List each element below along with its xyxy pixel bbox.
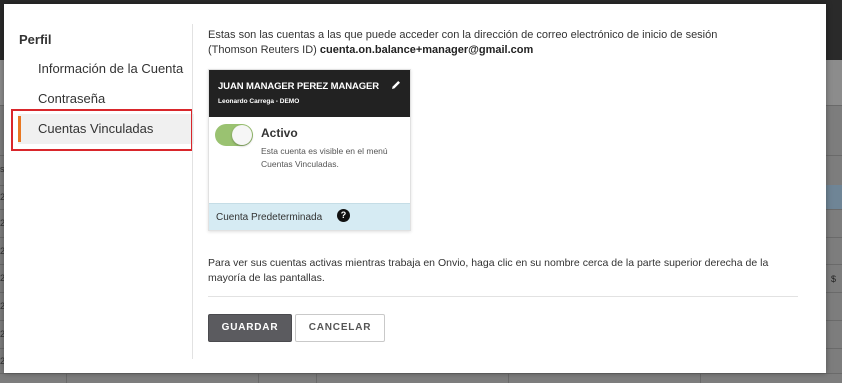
- question-circle-icon[interactable]: ?: [337, 209, 350, 222]
- profile-dialog: Perfil Información de la Cuenta Contrase…: [4, 4, 826, 373]
- background-grid-line: [0, 373, 842, 374]
- sidebar-divider: [192, 24, 193, 359]
- account-active-toggle[interactable]: [215, 124, 253, 146]
- login-email: cuenta.on.balance+manager@gmail.com: [319, 44, 534, 56]
- account-status-label: Activo: [261, 126, 298, 140]
- background-currency-mark: $: [831, 274, 837, 284]
- sidebar-title: Perfil: [19, 32, 52, 47]
- default-account-label: Cuenta Predeterminada: [216, 212, 323, 223]
- account-subtitle: Leonardo Carrega - DEMO: [218, 98, 300, 105]
- intro-text: Estas son las cuentas a las que puede ac…: [208, 28, 768, 58]
- annotation-highlight-box: [11, 109, 193, 151]
- default-account-bar: Cuenta Predeterminada ?: [209, 203, 410, 230]
- pencil-icon[interactable]: [390, 78, 402, 90]
- cancel-button[interactable]: CANCELAR: [295, 314, 385, 342]
- account-card: JUAN MANAGER PEREZ MANAGER Leonardo Carr…: [208, 69, 411, 231]
- onvio-help-note: Para ver sus cuentas activas mientras tr…: [208, 257, 769, 284]
- sidebar-item-account-info[interactable]: Información de la Cuenta: [18, 54, 194, 84]
- background-selected-row: [826, 185, 842, 209]
- actions-divider: [208, 296, 798, 297]
- account-status-description: Esta cuenta es visible en el menú Cuenta…: [261, 146, 388, 169]
- account-card-header: JUAN MANAGER PEREZ MANAGER Leonardo Carr…: [209, 70, 410, 117]
- toggle-knob: [232, 125, 252, 145]
- account-name: JUAN MANAGER PEREZ MANAGER: [218, 81, 380, 92]
- save-button[interactable]: GUARDAR: [208, 314, 292, 342]
